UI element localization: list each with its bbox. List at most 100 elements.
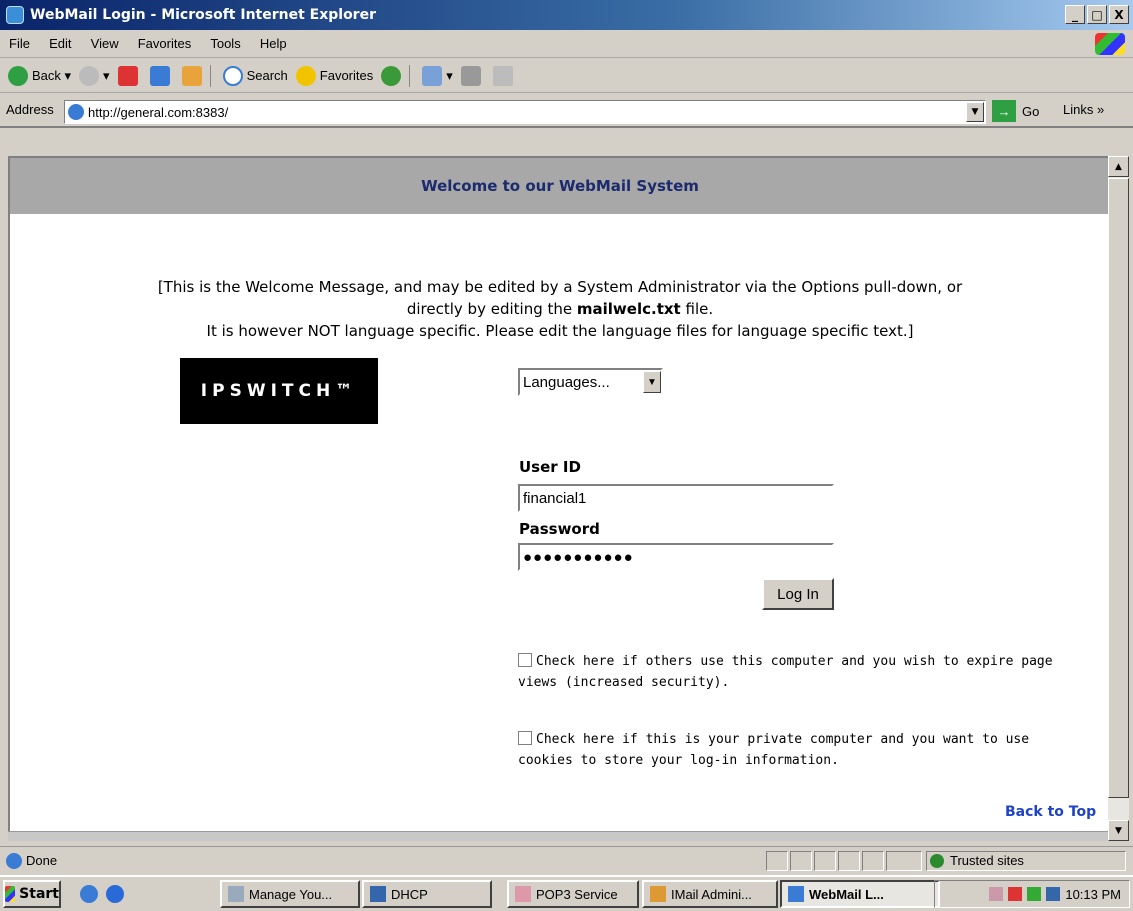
stop-icon — [117, 65, 138, 86]
favorites-button[interactable]: Favorites — [295, 65, 374, 86]
task-label: IMail Admini... — [671, 886, 752, 902]
welcome-line-2-post: file. — [685, 300, 714, 318]
ie-quick-launch-icon[interactable] — [106, 885, 124, 903]
search-label: Search — [246, 68, 288, 83]
menu-favorites[interactable]: Favorites — [138, 30, 191, 58]
search-button[interactable]: Search — [222, 65, 288, 86]
forward-arrow-icon — [79, 65, 100, 86]
address-input[interactable]: http://general.com:8383/ — [64, 100, 986, 124]
task-webmail[interactable]: WebMail L... — [780, 880, 940, 908]
page-icon — [6, 852, 22, 869]
taskbar: Start Manage You... DHCP POP3 Service IM… — [0, 875, 1133, 911]
address-dropdown-button[interactable]: ▼ — [966, 102, 984, 122]
mail-icon — [422, 65, 443, 86]
quick-launch-icon[interactable] — [80, 885, 98, 903]
address-url: http://general.com:8383/ — [88, 104, 229, 120]
back-arrow-icon — [8, 65, 28, 86]
address-bar: Address http://general.com:8383/ ▼ → Go … — [0, 94, 1133, 128]
print-icon — [460, 65, 481, 86]
tray-network-icon[interactable] — [1008, 887, 1023, 901]
title-bar: WebMail Login - Microsoft Internet Explo… — [0, 0, 1133, 30]
zone-label: Trusted sites — [950, 853, 1024, 868]
tray-app-icon[interactable] — [1027, 887, 1042, 901]
menu-bar: File Edit View Favorites Tools Help — [0, 30, 1133, 58]
tray-tool-icon[interactable] — [989, 887, 1004, 901]
expire-views-text: Check here if others use this computer a… — [518, 654, 1053, 690]
expire-views-checkbox[interactable] — [518, 653, 532, 667]
task-label: Manage You... — [249, 886, 333, 902]
cookies-checkbox[interactable] — [518, 731, 532, 745]
start-button[interactable]: Start — [3, 880, 61, 908]
links-label: Links — [1063, 102, 1094, 117]
task-label: WebMail L... — [809, 886, 884, 902]
expire-views-option: Check here if others use this computer a… — [518, 651, 1058, 693]
forward-button[interactable]: ▾ — [79, 65, 110, 86]
system-tray: 10:13 PM — [934, 880, 1130, 908]
menu-file[interactable]: File — [9, 30, 30, 58]
home-button[interactable] — [181, 65, 206, 86]
welcome-line-2: directly by editing the mailwelc.txt fil… — [10, 298, 1108, 320]
minimize-button[interactable]: _ — [1065, 5, 1085, 24]
window-title: WebMail Login - Microsoft Internet Explo… — [30, 7, 376, 23]
user-id-input[interactable]: financial1 — [518, 484, 834, 512]
star-icon — [295, 65, 316, 86]
welcome-message: [This is the Welcome Message, and may be… — [10, 276, 1108, 342]
go-button[interactable]: → Go — [992, 100, 1039, 122]
task-dhcp[interactable]: DHCP — [362, 880, 492, 908]
go-arrow-icon: → — [992, 100, 1016, 122]
task-label: DHCP — [391, 886, 428, 902]
task-pop3[interactable]: POP3 Service — [507, 880, 639, 908]
stop-button[interactable] — [117, 65, 142, 86]
favorites-label: Favorites — [319, 68, 374, 83]
close-button[interactable]: X — [1109, 5, 1129, 24]
welcome-filename: mailwelc.txt — [576, 300, 681, 318]
clock[interactable]: 10:13 PM — [1065, 887, 1121, 902]
refresh-button[interactable] — [149, 65, 174, 86]
horizontal-scrollbar[interactable] — [8, 831, 1108, 841]
ipswitch-logo: IPSWITCH™ — [180, 358, 378, 424]
ie-icon — [788, 886, 804, 902]
start-label: Start — [19, 886, 59, 902]
menu-view[interactable]: View — [91, 30, 119, 58]
toolbar: Back ▾ ▾ Search Favorites ▾ — [0, 59, 1133, 93]
page-viewport: Welcome to our WebMail System [This is t… — [8, 156, 1108, 841]
page-icon — [68, 104, 84, 120]
back-to-top-link[interactable]: Back to Top — [1005, 804, 1096, 820]
status-bar: Done Trusted sites — [0, 846, 1133, 874]
login-button[interactable]: Log In — [762, 578, 834, 610]
mail-button[interactable]: ▾ — [422, 65, 453, 86]
edit-page-button[interactable] — [492, 65, 517, 86]
status-text: Done — [26, 853, 58, 868]
scroll-thumb[interactable] — [1108, 178, 1129, 798]
window-icon — [228, 886, 244, 902]
home-icon — [181, 65, 202, 86]
media-button[interactable] — [381, 65, 405, 86]
welcome-line-1: [This is the Welcome Message, and may be… — [157, 278, 963, 296]
task-manage[interactable]: Manage You... — [220, 880, 360, 908]
tray-monitor-icon[interactable] — [1046, 887, 1061, 901]
vertical-scrollbar[interactable]: ▲ ▼ — [1108, 156, 1129, 841]
task-imail[interactable]: IMail Admini... — [642, 880, 778, 908]
language-select[interactable]: Languages... ▼ — [518, 368, 663, 396]
ie-icon — [6, 6, 24, 24]
welcome-line-2-pre: directly by editing the — [406, 300, 573, 318]
back-button[interactable]: Back ▾ — [8, 65, 71, 86]
maximize-button[interactable]: □ — [1087, 5, 1107, 24]
user-id-label: User ID — [519, 458, 581, 476]
go-label: Go — [1022, 103, 1040, 119]
scroll-down-button[interactable]: ▼ — [1108, 820, 1129, 841]
scroll-up-button[interactable]: ▲ — [1108, 156, 1129, 177]
admin-icon — [650, 886, 666, 902]
password-input[interactable]: ●●●●●●●●●●● — [518, 543, 834, 571]
windows-logo-icon — [5, 886, 16, 902]
cookies-option: Check here if this is your private compu… — [518, 729, 1058, 771]
menu-tools[interactable]: Tools — [210, 30, 240, 58]
menu-edit[interactable]: Edit — [49, 30, 71, 58]
search-icon — [222, 65, 243, 86]
print-button[interactable] — [460, 65, 485, 86]
menu-help[interactable]: Help — [260, 30, 287, 58]
service-icon — [515, 886, 531, 902]
check-icon — [930, 853, 944, 868]
welcome-line-3: It is however NOT language specific. Ple… — [206, 322, 914, 340]
links-button[interactable]: Links » — [1063, 102, 1104, 117]
